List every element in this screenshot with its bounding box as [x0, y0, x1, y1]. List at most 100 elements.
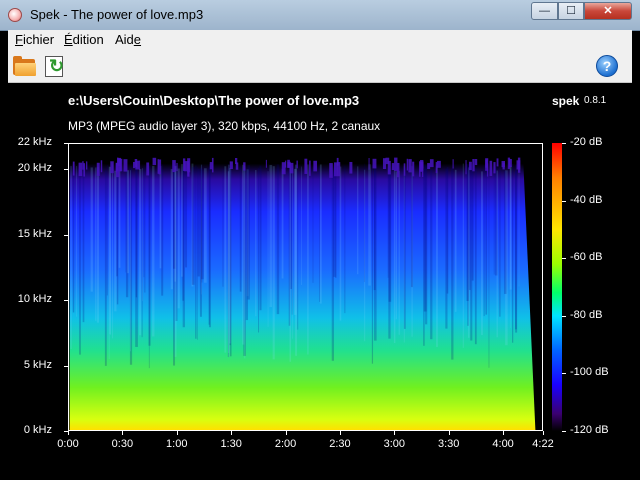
spectrogram-streak	[335, 168, 337, 278]
spectrogram-peak	[86, 161, 88, 170]
spectrogram-streak	[109, 166, 111, 335]
spectrogram-streak	[208, 163, 211, 328]
spectrogram-peak	[452, 159, 454, 169]
spectrogram-streak	[269, 164, 273, 308]
spectrogram-streak	[230, 168, 232, 357]
y-tick-label: 5 kHz	[23, 358, 52, 371]
color-scale-label: -120 dB	[570, 424, 609, 436]
menu-aide[interactable]: Aide	[115, 32, 141, 47]
spectrogram-peak	[287, 161, 291, 168]
color-scale-tick	[562, 143, 566, 144]
spectrogram-streak	[307, 164, 309, 355]
spectrogram-streak	[255, 170, 257, 317]
spectrogram-peak	[123, 159, 128, 172]
spectrogram-streak	[191, 167, 195, 285]
spectrogram-streak	[430, 169, 433, 340]
spectrogram-image	[69, 157, 536, 430]
help-icon[interactable]: ?	[596, 55, 618, 77]
spectrogram-streak	[515, 164, 518, 333]
spectrogram-peak	[235, 162, 239, 170]
spectrogram-streak	[141, 170, 143, 338]
spectrogram-peak	[436, 160, 441, 168]
spectrogram-peak	[72, 161, 75, 176]
spectrogram-streak	[148, 165, 151, 346]
spectrogram-peak	[486, 163, 489, 177]
spectrogram-peak	[403, 163, 406, 176]
spectrogram-peak	[119, 159, 122, 172]
spectrogram-streak	[466, 163, 469, 302]
x-tick-mark	[543, 431, 544, 435]
spectrogram-peak	[243, 162, 246, 171]
x-tick-mark	[503, 431, 505, 435]
maximize-button[interactable]: ☐	[558, 2, 584, 20]
spectrogram-streak	[181, 164, 183, 277]
spectrogram-peak	[281, 162, 286, 175]
spectrogram-peak	[427, 163, 431, 170]
spectrogram-streak	[197, 168, 200, 277]
spectrogram-streak	[90, 167, 93, 292]
close-button[interactable]: ✕	[584, 2, 632, 20]
spectrogram-peak	[368, 158, 370, 170]
spectrogram-streak	[240, 167, 242, 292]
menu-aide-accel: e	[133, 32, 142, 47]
file-path: e:\Users\Couin\Desktop\The power of love…	[68, 93, 360, 108]
spectrogram-peak	[493, 162, 496, 174]
spectrogram-streak	[470, 166, 473, 341]
spectrogram-peak	[265, 159, 267, 168]
spectrogram-peak	[135, 160, 140, 170]
spectrogram-peak	[78, 162, 83, 177]
y-tick-label: 22 kHz	[17, 136, 52, 148]
spectrogram-streak	[125, 169, 127, 273]
y-tick-label: 20 kHz	[17, 162, 52, 175]
x-tick-mark	[285, 431, 287, 435]
spectrogram-streak	[485, 170, 488, 315]
spectrogram-streak	[126, 170, 130, 274]
menu-edition[interactable]: Édition	[64, 32, 104, 47]
y-tick-label: 10 kHz	[17, 293, 52, 306]
spectrogram-streak	[319, 166, 320, 302]
spectrogram-peak	[304, 158, 308, 174]
x-tick-label: 4:00	[492, 438, 514, 450]
spectrogram-streak	[488, 170, 490, 368]
menu-edition-accel: É	[64, 32, 73, 47]
spectrogram-streak	[292, 167, 293, 339]
spectrogram-streak	[195, 165, 197, 339]
save-icon[interactable]: ↻	[41, 53, 67, 79]
spectrogram-streak	[242, 164, 245, 345]
spectrogram-streak	[297, 170, 299, 330]
menu-fichier[interactable]: Fichier	[15, 32, 54, 47]
title-bar: Spek - The power of love.mp3 — ☐ ✕	[0, 0, 640, 31]
spectrogram-peak	[391, 163, 395, 171]
spectrogram-streak	[504, 170, 507, 294]
spectrogram-streak	[436, 165, 438, 347]
spectrogram-streak	[173, 170, 176, 366]
spectrogram-streak	[387, 165, 389, 278]
x-tick-label: 4:22	[532, 438, 554, 450]
spectrogram-peak	[139, 160, 141, 170]
x-tick-label: 2:00	[274, 438, 297, 450]
spectrogram-streak	[474, 167, 477, 345]
spectrogram-streak	[518, 163, 520, 287]
open-folder-icon[interactable]	[11, 53, 37, 79]
menu-fichier-label: ichier	[22, 32, 55, 47]
spectrogram-peak	[187, 160, 190, 177]
spectrogram-peak	[429, 159, 434, 168]
spectrogram-streak	[95, 167, 97, 321]
color-scale-tick	[562, 315, 566, 317]
minimize-button[interactable]: —	[531, 2, 558, 20]
color-scale-tick	[562, 200, 566, 202]
color-scale-label: -20 dB	[570, 136, 603, 148]
spectrogram-streak	[483, 164, 485, 317]
spectrogram-streak	[423, 164, 427, 312]
color-scale-label: -100 dB	[570, 366, 609, 379]
spectrogram-peak	[309, 160, 311, 176]
spectrogram-panel: e:\Users\Couin\Desktop\The power of love…	[8, 84, 632, 472]
spectrogram-streak	[96, 167, 100, 323]
spectrogram-peak	[406, 158, 409, 171]
color-scale-tick	[562, 373, 566, 375]
color-scale-bar	[552, 143, 562, 431]
spectrogram-streak	[222, 168, 224, 287]
spectrogram-peak	[516, 160, 521, 170]
toolbar: ↻ ?	[8, 49, 632, 83]
spectrogram-streak	[364, 169, 366, 342]
